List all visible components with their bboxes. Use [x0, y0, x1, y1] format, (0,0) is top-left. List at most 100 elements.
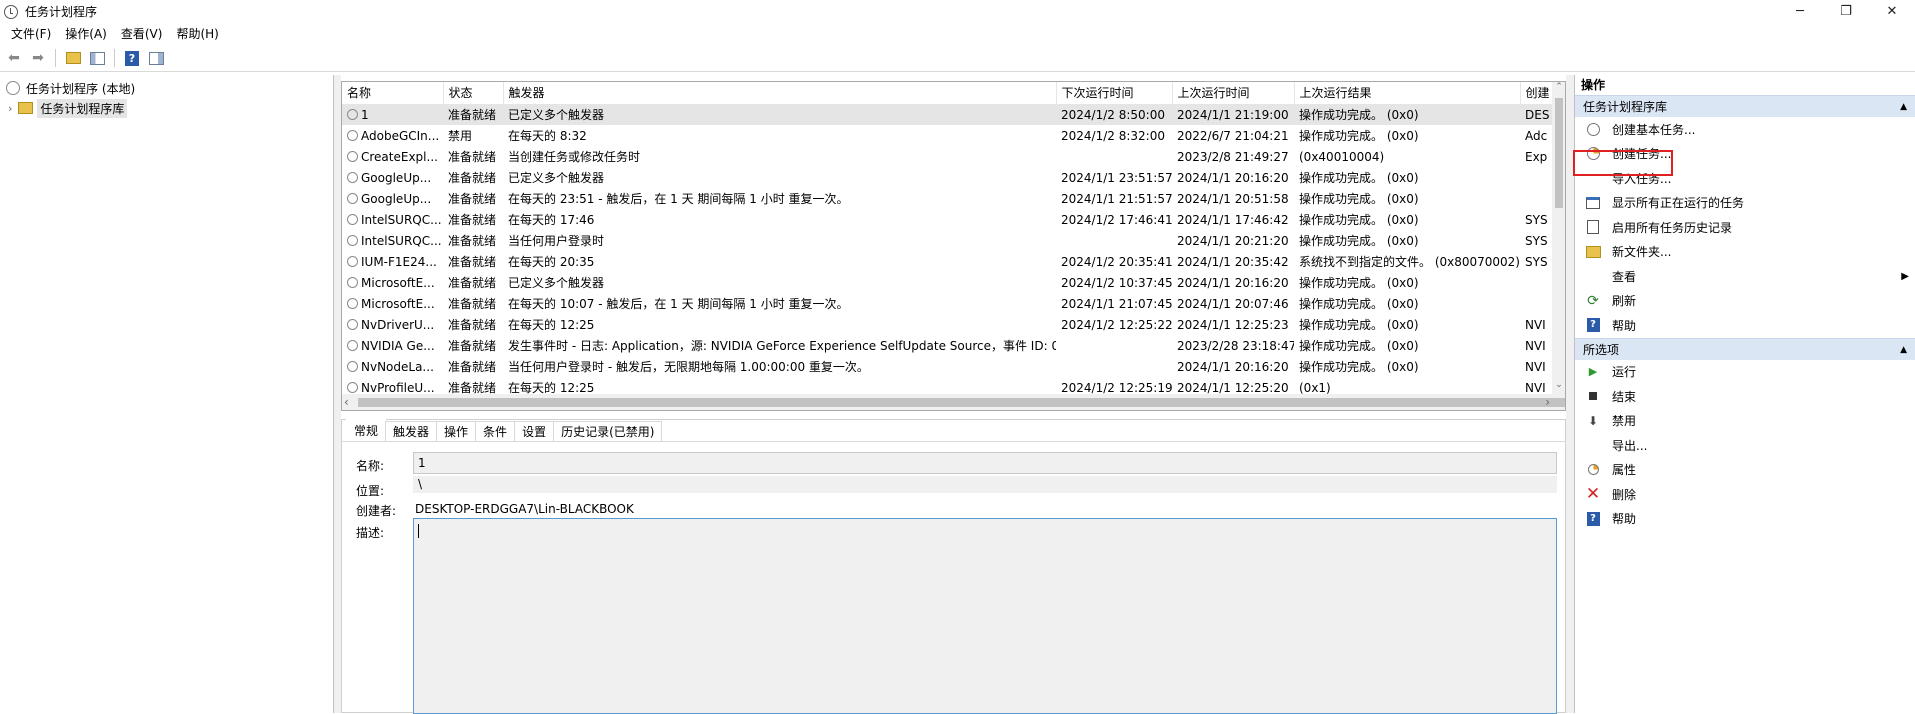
- cell-next-run-time: 2024/1/2 12:25:22: [1061, 317, 1172, 332]
- task-name: 1: [361, 107, 369, 122]
- cell-next-run-time: 2024/1/1 23:51:57: [1061, 170, 1172, 185]
- cell-author: SYS: [1525, 212, 1548, 227]
- action-export[interactable]: 导出...: [1575, 433, 1915, 458]
- horizontal-scrollbar[interactable]: ‹ ›: [342, 394, 1565, 410]
- column-header-status[interactable]: 状态: [443, 82, 504, 105]
- column-header-last-run-result[interactable]: 上次运行结果: [1294, 82, 1521, 105]
- table-row[interactable]: CreateExpl... 准备就绪 当创建任务或修改任务时 2023/2/8 21:…: [342, 146, 1553, 167]
- task-name: MicrosoftE...: [361, 296, 435, 311]
- action-enable-all-history[interactable]: 启用所有任务历史记录: [1575, 215, 1915, 240]
- action-help[interactable]: ? 帮助: [1575, 507, 1915, 532]
- column-header-next-run-time[interactable]: 下次运行时间: [1056, 82, 1173, 105]
- action-help[interactable]: ? 帮助: [1575, 313, 1915, 338]
- column-header-name[interactable]: 名称: [342, 82, 444, 105]
- table-row[interactable]: NvNodeLa... 准备就绪 当任何用户登录时 - 触发后，无限期地每隔 1.0…: [342, 356, 1553, 377]
- action-show-running-tasks[interactable]: 显示所有正在运行的任务: [1575, 191, 1915, 216]
- cell-status: 准备就绪: [448, 192, 497, 206]
- forward-arrow-icon[interactable]: ➡: [28, 48, 48, 68]
- cell-triggers: 已定义多个触发器: [508, 171, 605, 185]
- menu-action[interactable]: 操作(A): [58, 23, 114, 45]
- menu-help[interactable]: 帮助(H): [169, 23, 225, 45]
- cell-next-run-time: [1056, 356, 1172, 377]
- tab-triggers[interactable]: 触发器: [385, 421, 438, 441]
- vertical-scrollbar[interactable]: ⌃ ⌄: [1552, 82, 1565, 394]
- table-row[interactable]: IUM-F1E24... 准备就绪 在每天的 20:35 2024/1/2 20:35…: [342, 251, 1553, 272]
- back-arrow-icon[interactable]: ⬅: [4, 48, 24, 68]
- tree-item-local[interactable]: 任务计划程序 (本地): [0, 78, 333, 98]
- splitter[interactable]: [334, 75, 341, 713]
- actions-header: 操作: [1581, 78, 1606, 92]
- column-header-author[interactable]: 创建: [1520, 82, 1554, 105]
- close-button[interactable]: ✕: [1869, 0, 1915, 23]
- action-run[interactable]: ▶ 运行: [1575, 360, 1915, 385]
- name-field[interactable]: 1: [413, 452, 1557, 474]
- action-end[interactable]: 结束: [1575, 384, 1915, 409]
- table-row[interactable]: IntelSURQC... 准备就绪 在每天的 17:46 2024/1/2 17:4…: [342, 209, 1553, 230]
- section-library[interactable]: 任务计划程序库 ▲: [1575, 95, 1915, 117]
- table-row[interactable]: GoogleUp... 准备就绪 在每天的 23:51 - 触发后，在 1 天 期间…: [342, 188, 1553, 209]
- cell-last-run-result: 操作成功完成。 (0x0): [1299, 234, 1419, 248]
- actions-pane: 操作 任务计划程序库 ▲ 创建基本任务... 创建任务... 导入任务... 显示所有…: [1573, 75, 1915, 713]
- up-folder-icon[interactable]: [63, 48, 83, 68]
- task-clock-icon: [347, 276, 358, 288]
- expand-chevron-icon[interactable]: ›: [8, 102, 12, 115]
- column-header-triggers[interactable]: 触发器: [503, 82, 1057, 105]
- cell-last-run-result: 操作成功完成。 (0x0): [1299, 318, 1419, 332]
- tab-history[interactable]: 历史记录(已禁用): [553, 421, 663, 441]
- action-delete[interactable]: ✕ 删除: [1575, 482, 1915, 507]
- action-label: 查看: [1612, 269, 1637, 284]
- cell-last-run-time: 2024/1/1 20:51:58: [1177, 191, 1289, 206]
- console-tree: 任务计划程序 (本地) › 任务计划程序库: [0, 75, 334, 713]
- task-clock-icon: [347, 150, 358, 162]
- collapse-icon[interactable]: ▲: [1900, 96, 1907, 117]
- cell-last-run-time: 2023/2/28 23:18:47: [1177, 338, 1294, 353]
- name-label: 名称:: [356, 459, 385, 473]
- action-disable[interactable]: ⬇ 禁用: [1575, 409, 1915, 434]
- action-create-basic-task[interactable]: 创建基本任务...: [1575, 117, 1915, 142]
- view-icon: [1585, 268, 1601, 284]
- cell-last-run-time: 2024/1/1 20:16:20: [1177, 359, 1289, 374]
- action-view[interactable]: 查看 ▶: [1575, 264, 1915, 289]
- collapse-icon[interactable]: ▲: [1900, 339, 1907, 360]
- table-row[interactable]: NVIDIA Ge... 准备就绪 发生事件时 - 日志: Application，…: [342, 335, 1553, 356]
- action-properties[interactable]: 属性: [1575, 458, 1915, 483]
- show-hide-console-tree-icon[interactable]: [87, 48, 107, 68]
- action-refresh[interactable]: ⟳ 刷新: [1575, 289, 1915, 314]
- table-row[interactable]: 1 准备就绪 已定义多个触发器 2024/1/2 8:50:00 2024/1/1 21…: [342, 104, 1553, 125]
- action-new-folder[interactable]: 新文件夹...: [1575, 240, 1915, 265]
- help-icon: ?: [1585, 317, 1601, 333]
- highlight-box: [1573, 150, 1673, 176]
- cell-author: [1520, 167, 1553, 188]
- details-tabs: 常规 触发器 操作 条件 设置 历史记录(已禁用): [342, 419, 1567, 442]
- toolbar-separator: [114, 49, 115, 67]
- tree-item-library[interactable]: › 任务计划程序库: [0, 98, 333, 118]
- table-row[interactable]: NvDriverU... 准备就绪 在每天的 12:25 2024/1/2 12:25…: [342, 314, 1553, 335]
- help-icon[interactable]: ?: [122, 48, 142, 68]
- table-row[interactable]: AdobeGCIn... 禁用 在每天的 8:32 2024/1/2 8:32:00 2…: [342, 125, 1553, 146]
- section-selected[interactable]: 所选项 ▲: [1575, 337, 1915, 360]
- table-row[interactable]: GoogleUp... 准备就绪 已定义多个触发器 2024/1/1 23:51:57…: [342, 167, 1553, 188]
- cell-last-run-result: 操作成功完成。 (0x0): [1294, 104, 1520, 125]
- export-icon: [1585, 437, 1601, 453]
- restore-button[interactable]: ❐: [1823, 0, 1869, 23]
- table-row[interactable]: MicrosoftE... 准备就绪 已定义多个触发器 2024/1/2 10:37:…: [342, 272, 1553, 293]
- cell-last-run-time: 2024/1/1 20:21:20: [1177, 233, 1289, 248]
- tab-actions[interactable]: 操作: [436, 421, 477, 441]
- new-folder-icon: [1585, 244, 1601, 260]
- cell-status: 准备就绪: [448, 234, 497, 248]
- menu-view[interactable]: 查看(V): [114, 23, 170, 45]
- tab-conditions[interactable]: 条件: [475, 421, 516, 441]
- table-row[interactable]: MicrosoftE... 准备就绪 在每天的 10:07 - 触发后，在 1 天 …: [342, 293, 1553, 314]
- task-name: NvNodeLa...: [361, 359, 434, 374]
- minimize-button[interactable]: ─: [1777, 0, 1823, 23]
- tab-settings[interactable]: 设置: [514, 421, 555, 441]
- column-header-last-run-time[interactable]: 上次运行时间: [1172, 82, 1295, 105]
- cell-triggers: 在每天的 10:07 - 触发后，在 1 天 期间每隔 1 小时 重复一次。: [508, 297, 849, 311]
- show-action-pane-icon[interactable]: [146, 48, 166, 68]
- tab-general[interactable]: 常规: [346, 419, 387, 441]
- description-field[interactable]: [413, 518, 1557, 714]
- end-icon: [1585, 388, 1601, 404]
- menu-file[interactable]: 文件(F): [4, 23, 58, 45]
- task-name: MicrosoftE...: [361, 275, 435, 290]
- table-row[interactable]: IntelSURQC... 准备就绪 当任何用户登录时 2024/1/1 20:21:…: [342, 230, 1553, 251]
